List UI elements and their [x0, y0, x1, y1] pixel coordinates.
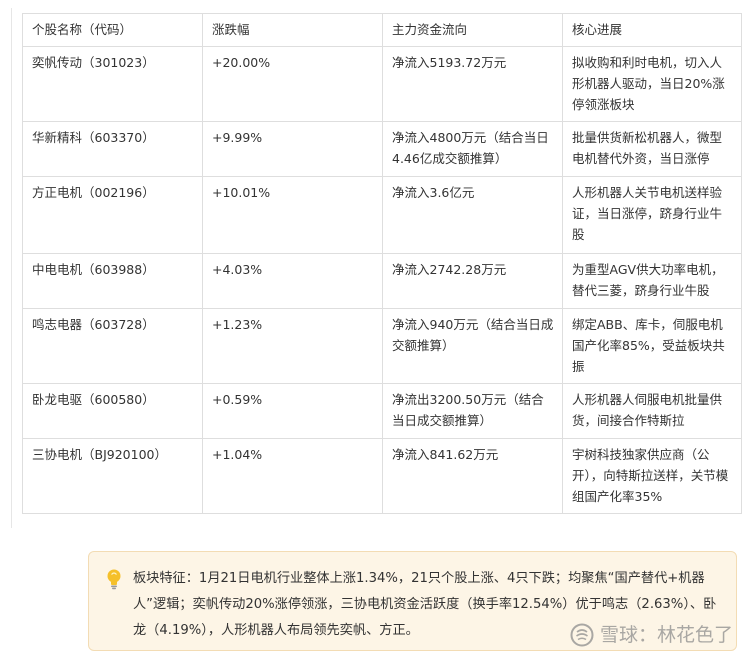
cell-core-progress: 人形机器人伺服电机批量供货，间接合作特斯拉 — [562, 383, 742, 439]
table-row: 中电电机（603988） +4.03% 净流入2742.28万元 为重型AGV供… — [22, 253, 742, 309]
cell-stock-name: 方正电机（002196） — [22, 176, 203, 254]
cell-stock-name: 三协电机（BJ920100） — [22, 438, 203, 514]
cell-core-progress: 绑定ABB、库卡，伺服电机国产化率85%，受益板块共振 — [562, 308, 742, 384]
cell-core-progress: 为重型AGV供大功率电机，替代三菱，跻身行业牛股 — [562, 253, 742, 309]
cell-stock-name: 华新精科（603370） — [22, 121, 203, 177]
cell-change: +9.99% — [202, 121, 383, 177]
table-row: 卧龙电驱（600580） +0.59% 净流出3200.50万元（结合当日成交额… — [22, 383, 742, 439]
left-divider — [11, 8, 12, 528]
cell-core-progress: 批量供货新松机器人，微型电机替代外资，当日涨停 — [562, 121, 742, 177]
sector-note-text: 板块特征：1月21日电机行业整体上涨1.34%，21只个股上涨、4只下跌；均聚焦… — [133, 571, 717, 638]
cell-change: +1.23% — [202, 308, 383, 384]
cell-change: +1.04% — [202, 438, 383, 514]
cell-core-progress: 拟收购和利时电机，切入人形机器人驱动，当日20%涨停领涨板块 — [562, 46, 742, 122]
stock-table: 个股名称（代码） 涨跌幅 主力资金流向 核心进展 奕帆传动（301023） +2… — [22, 13, 742, 514]
cell-stock-name: 卧龙电驱（600580） — [22, 383, 203, 439]
table-row: 华新精科（603370） +9.99% 净流入4800万元（结合当日4.46亿成… — [22, 121, 742, 177]
cell-capital-flow: 净流入5193.72万元 — [382, 46, 563, 122]
table-header-row: 个股名称（代码） 涨跌幅 主力资金流向 核心进展 — [22, 13, 742, 47]
table-row: 奕帆传动（301023） +20.00% 净流入5193.72万元 拟收购和利时… — [22, 46, 742, 122]
cell-core-progress: 宇树科技独家供应商（公开），向特斯拉送样，关节模组国产化率35% — [562, 438, 742, 514]
cell-change: +0.59% — [202, 383, 383, 439]
cell-capital-flow: 净流入3.6亿元 — [382, 176, 563, 254]
header-change: 涨跌幅 — [202, 13, 383, 47]
cell-capital-flow: 净流入841.62万元 — [382, 438, 563, 514]
page: 个股名称（代码） 涨跌幅 主力资金流向 核心进展 奕帆传动（301023） +2… — [0, 0, 751, 657]
cell-stock-name: 中电电机（603988） — [22, 253, 203, 309]
cell-capital-flow: 净流出3200.50万元（结合当日成交额推算） — [382, 383, 563, 439]
lightbulb-icon — [107, 569, 121, 590]
cell-capital-flow: 净流入2742.28万元 — [382, 253, 563, 309]
cell-core-progress: 人形机器人关节电机送样验证，当日涨停，跻身行业牛股 — [562, 176, 742, 254]
cell-capital-flow: 净流入4800万元（结合当日4.46亿成交额推算） — [382, 121, 563, 177]
table-row: 三协电机（BJ920100） +1.04% 净流入841.62万元 宇树科技独家… — [22, 438, 742, 514]
table-row: 鸣志电器（603728） +1.23% 净流入940万元（结合当日成交额推算） … — [22, 308, 742, 384]
cell-change: +10.01% — [202, 176, 383, 254]
header-stock-name: 个股名称（代码） — [22, 13, 203, 47]
sector-note-callout: 板块特征：1月21日电机行业整体上涨1.34%，21只个股上涨、4只下跌；均聚焦… — [88, 551, 737, 651]
header-capital-flow: 主力资金流向 — [382, 13, 563, 47]
cell-stock-name: 奕帆传动（301023） — [22, 46, 203, 122]
cell-stock-name: 鸣志电器（603728） — [22, 308, 203, 384]
header-core-progress: 核心进展 — [562, 13, 742, 47]
cell-capital-flow: 净流入940万元（结合当日成交额推算） — [382, 308, 563, 384]
cell-change: +20.00% — [202, 46, 383, 122]
cell-change: +4.03% — [202, 253, 383, 309]
table-row: 方正电机（002196） +10.01% 净流入3.6亿元 人形机器人关节电机送… — [22, 176, 742, 254]
